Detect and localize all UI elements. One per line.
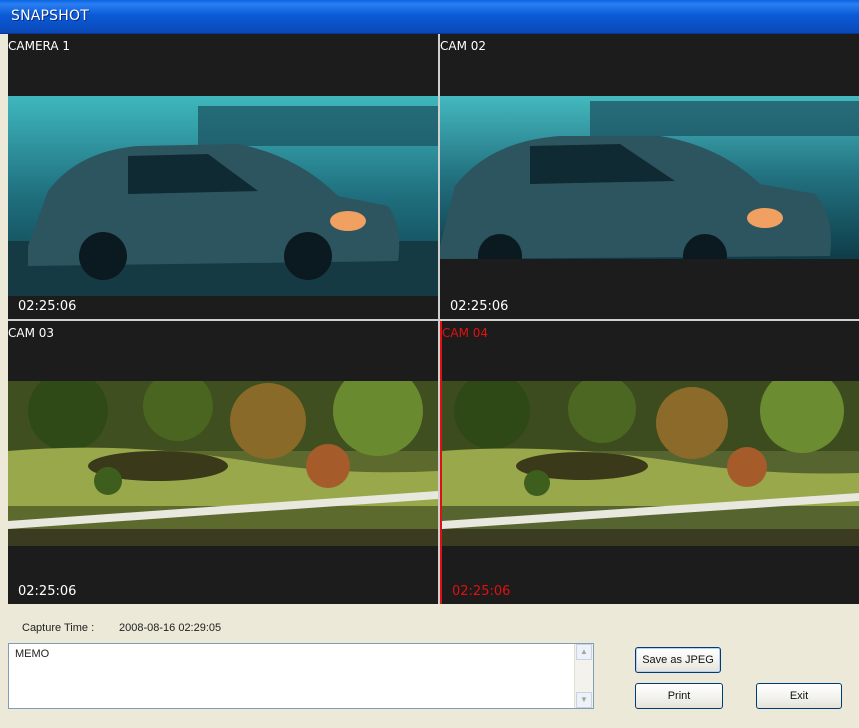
memo-box: ▲ ▼: [8, 643, 594, 709]
camera-2-image: [440, 96, 859, 259]
scroll-up-icon[interactable]: ▲: [576, 644, 592, 660]
memo-scrollbar[interactable]: ▲ ▼: [574, 644, 593, 708]
camera-3-label: CAM 03: [8, 326, 55, 340]
camera-4-time: 02:25:06: [452, 584, 511, 599]
camera-1-label: CAMERA 1: [8, 39, 71, 53]
camera-3-image: [8, 381, 438, 546]
camera-view-4[interactable]: CAM 04 02:25:06: [440, 321, 859, 604]
window-title: SNAPSHOT: [11, 8, 89, 24]
capture-time-label: Capture Time :: [22, 622, 95, 634]
camera-2-label: CAM 02: [440, 39, 487, 53]
camera-view-2[interactable]: CAM 02 02:25:06: [440, 34, 859, 319]
exit-button[interactable]: Exit: [756, 683, 842, 709]
print-button[interactable]: Print: [635, 683, 723, 709]
title-bar: SNAPSHOT: [0, 0, 859, 34]
camera-1-image: [8, 96, 438, 296]
camera-2-time: 02:25:06: [450, 299, 509, 314]
memo-input[interactable]: [9, 644, 575, 708]
camera-view-3[interactable]: CAM 03 02:25:06: [8, 321, 438, 604]
camera-1-time: 02:25:06: [18, 299, 77, 314]
camera-grid: CAMERA 1 02:25:06 CAM 02 02:25:06 CAM 03…: [8, 34, 859, 604]
capture-time-value: 2008-08-16 02:29:05: [119, 622, 222, 634]
scroll-down-icon[interactable]: ▼: [576, 692, 592, 708]
camera-3-time: 02:25:06: [18, 584, 77, 599]
camera-view-1[interactable]: CAMERA 1 02:25:06: [8, 34, 438, 319]
save-as-jpeg-button[interactable]: Save as JPEG: [635, 647, 721, 673]
camera-4-image: [442, 381, 859, 546]
camera-4-label: CAM 04: [442, 326, 489, 340]
